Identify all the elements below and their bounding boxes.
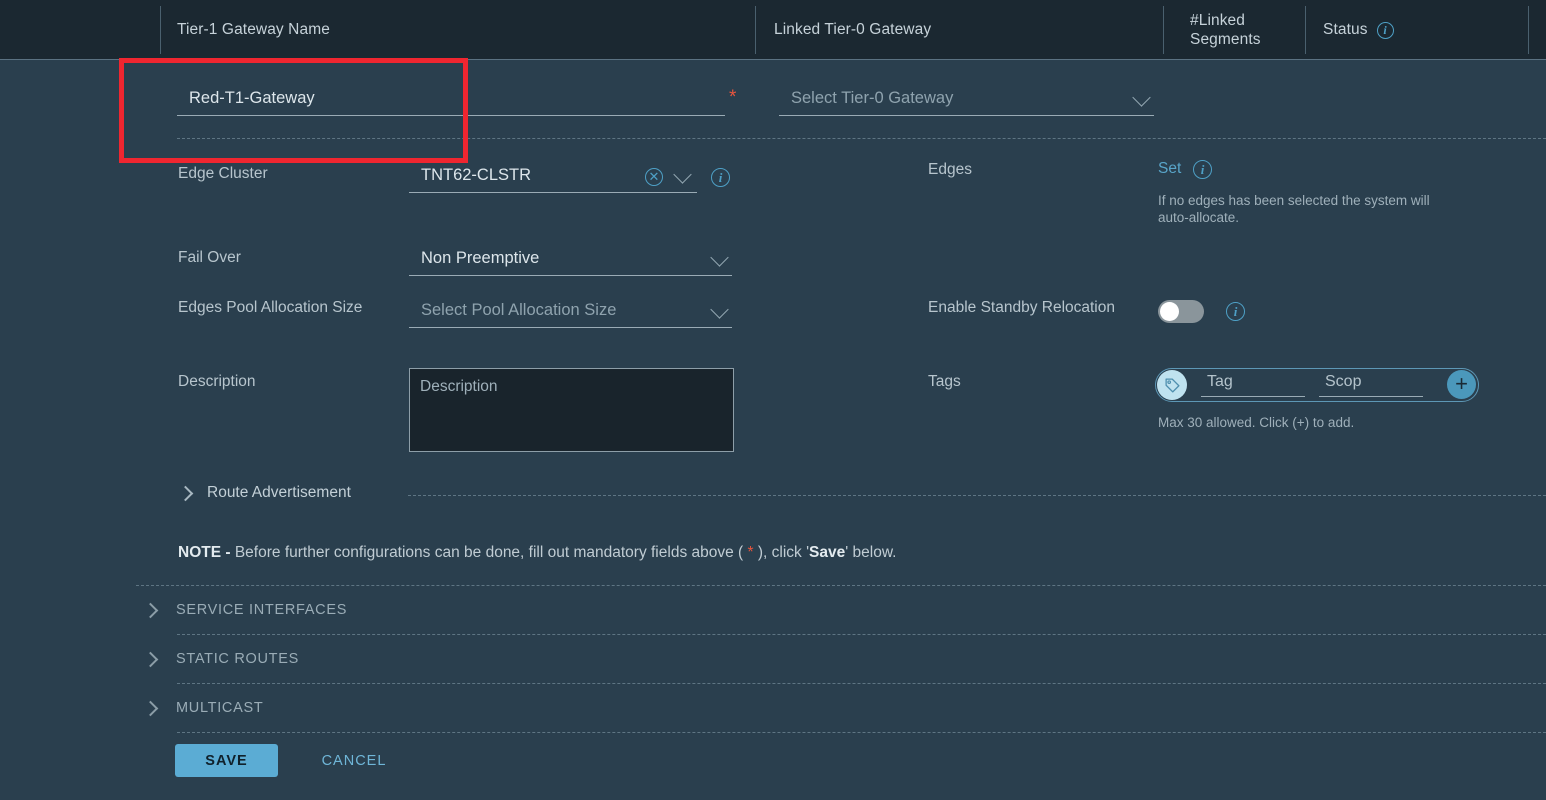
column-header-label: Tier-1 Gateway Name xyxy=(177,21,330,38)
section-label: Route Advertisement xyxy=(207,484,351,501)
edges-pool-allocation-label: Edges Pool Allocation Size xyxy=(178,299,363,316)
table-header: Tier-1 Gateway Name Linked Tier-0 Gatewa… xyxy=(0,0,1546,60)
description-label: Description xyxy=(178,373,256,390)
section-label: MULTICAST xyxy=(176,700,264,716)
edges-info-icon[interactable]: i xyxy=(1193,160,1212,179)
status-info-icon[interactable]: i xyxy=(1376,21,1394,39)
note-text-end: ' below. xyxy=(845,544,897,561)
section-static-routes[interactable]: STATIC ROUTES xyxy=(142,651,299,667)
fail-over-label: Fail Over xyxy=(178,249,241,266)
gateway-name-input[interactable]: Red-T1-Gateway xyxy=(177,82,725,116)
tags-hint: Max 30 allowed. Click (+) to add. xyxy=(1158,415,1355,430)
edge-cluster-value: TNT62-CLSTR xyxy=(421,166,532,184)
section-route-advertisement[interactable]: Route Advertisement xyxy=(177,484,351,502)
tag-icon xyxy=(1157,370,1187,400)
edges-label: Edges xyxy=(928,161,972,178)
toggle-knob xyxy=(1160,302,1179,321)
gateway-name-value: Red-T1-Gateway xyxy=(189,89,315,107)
column-header-label: Linked Tier-0 Gateway xyxy=(774,21,932,38)
header-divider-4 xyxy=(1305,6,1306,54)
gateway-form-body: Red-T1-Gateway * Select Tier-0 Gateway E… xyxy=(0,61,1546,800)
edges-pool-allocation-select[interactable]: Select Pool Allocation Size xyxy=(409,294,732,328)
tag-scope-placeholder: Scop xyxy=(1325,373,1362,390)
chevron-down-icon xyxy=(710,248,729,267)
tags-label: Tags xyxy=(928,373,961,390)
gateway-name-required-marker: * xyxy=(729,87,737,108)
save-button[interactable]: SAVE xyxy=(175,744,278,777)
fail-over-value: Non Preemptive xyxy=(421,249,540,267)
mandatory-fields-note: NOTE - Before further configurations can… xyxy=(178,543,1178,563)
column-header-label: #Linked Segments xyxy=(1190,12,1261,48)
section-separator-1 xyxy=(177,634,1546,635)
section-label: SERVICE INTERFACES xyxy=(176,602,348,618)
tag-entry-pill: Tag Scop + xyxy=(1155,368,1479,402)
column-header-linked-tier0-gateway[interactable]: Linked Tier-0 Gateway xyxy=(774,0,931,60)
chevron-down-icon xyxy=(1132,88,1151,107)
edges-hint: If no edges has been selected the system… xyxy=(1158,193,1430,225)
chevron-right-icon xyxy=(142,602,159,618)
header-divider-3 xyxy=(1163,6,1164,54)
fail-over-select[interactable]: Non Preemptive xyxy=(409,242,732,276)
column-header-linked-segments[interactable]: #Linked Segments xyxy=(1190,0,1261,60)
tag-scope-input[interactable]: Scop xyxy=(1319,373,1423,397)
row-separator-1 xyxy=(177,138,1546,139)
header-divider-1 xyxy=(160,6,161,54)
header-divider-5 xyxy=(1528,6,1529,54)
section-separator-3 xyxy=(177,732,1546,733)
note-text-before: Before further configurations can be don… xyxy=(234,544,748,561)
description-textarea[interactable]: Description xyxy=(409,368,734,452)
edges-pool-allocation-placeholder: Select Pool Allocation Size xyxy=(421,301,617,319)
edge-cluster-label: Edge Cluster xyxy=(178,165,268,182)
section-service-interfaces[interactable]: SERVICE INTERFACES xyxy=(142,602,348,618)
column-header-status[interactable]: Status i xyxy=(1323,0,1394,60)
edge-cluster-info-icon[interactable]: i xyxy=(711,168,730,187)
column-header-tier1-gateway-name[interactable]: Tier-1 Gateway Name xyxy=(177,0,330,60)
chevron-right-icon xyxy=(142,651,159,667)
chevron-right-icon xyxy=(142,700,159,716)
tag-name-placeholder: Tag xyxy=(1207,373,1233,390)
note-prefix: NOTE - xyxy=(178,544,235,561)
standby-relocation-label: Enable Standby Relocation xyxy=(928,299,1115,316)
header-divider-2 xyxy=(755,6,756,54)
linked-tier0-gateway-select[interactable]: Select Tier-0 Gateway xyxy=(779,82,1154,116)
chevron-down-icon xyxy=(710,300,729,319)
section-separator-top xyxy=(136,585,1546,586)
clear-icon[interactable]: ✕ xyxy=(645,168,663,186)
linked-tier0-gateway-placeholder: Select Tier-0 Gateway xyxy=(791,89,954,107)
note-text-after: ), click ' xyxy=(753,544,810,561)
standby-relocation-toggle[interactable] xyxy=(1158,300,1204,323)
route-advertisement-separator xyxy=(408,495,1546,496)
cancel-button[interactable]: CANCEL xyxy=(309,744,399,777)
note-save-word: Save xyxy=(809,544,846,561)
tier1-gateway-form-screen: Tier-1 Gateway Name Linked Tier-0 Gatewa… xyxy=(0,0,1546,800)
section-multicast[interactable]: MULTICAST xyxy=(142,700,264,716)
section-label: STATIC ROUTES xyxy=(176,651,299,667)
add-tag-button[interactable]: + xyxy=(1447,370,1476,399)
chevron-right-icon xyxy=(177,485,194,501)
section-separator-2 xyxy=(177,683,1546,684)
description-placeholder: Description xyxy=(420,378,498,395)
edges-set-link[interactable]: Set xyxy=(1158,160,1181,178)
column-header-label: Status xyxy=(1323,21,1368,38)
tag-name-input[interactable]: Tag xyxy=(1201,373,1305,397)
standby-relocation-info-icon[interactable]: i xyxy=(1226,302,1245,321)
